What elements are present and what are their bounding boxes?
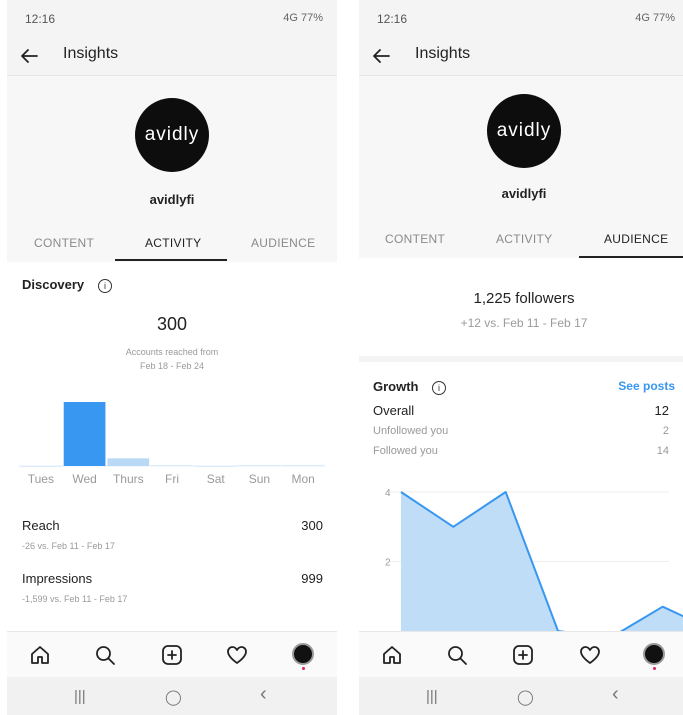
impressions-value: 999: [301, 571, 323, 586]
discovery-count: 300: [156, 314, 188, 334]
notification-dot: [302, 667, 305, 670]
reach-value: 300: [301, 518, 323, 533]
notification-dot: [653, 667, 656, 670]
growth-area-chart: 42: [385, 488, 683, 631]
growth-title: Growth: [373, 379, 419, 394]
page-title: Insights: [63, 45, 119, 62]
profile-avatar-icon[interactable]: [643, 643, 665, 670]
reach-sub: -26 vs. Feb 11 - Feb 17: [22, 541, 115, 551]
system-back-icon[interactable]: ‹: [612, 683, 619, 706]
info-icon[interactable]: i: [432, 381, 446, 395]
status-bar: 12:16 4G 77%: [7, 0, 337, 36]
chart-tick-label: Fri: [165, 472, 179, 486]
search-icon[interactable]: [445, 643, 469, 667]
tab-audience[interactable]: AUDIENCE: [251, 236, 315, 250]
heart-icon[interactable]: [225, 643, 249, 667]
tab-content[interactable]: CONTENT: [385, 232, 445, 246]
system-nav-bar: ||| ◯ ‹: [359, 677, 683, 715]
active-tab-indicator: [579, 256, 683, 258]
chart-tick-label: Sat: [207, 472, 226, 486]
status-indicators: 4G 77%: [283, 12, 323, 24]
bottom-nav: [7, 631, 337, 677]
followers-delta: +12 vs. Feb 11 - Feb 17: [460, 316, 588, 330]
page-title: Insights: [415, 45, 471, 62]
status-time: 12:16: [377, 12, 408, 26]
active-tab-indicator: [115, 259, 227, 261]
status-indicators: 4G 77%: [635, 12, 675, 24]
followed-value: 14: [656, 445, 669, 457]
system-home-icon[interactable]: ◯: [165, 688, 182, 706]
chart-bar: [63, 402, 106, 466]
chart-tick-label: Wed: [72, 472, 96, 486]
unfollowed-label: Unfollowed you: [373, 425, 449, 437]
unfollowed-value: 2: [662, 425, 669, 437]
system-back-icon[interactable]: ‹: [260, 683, 267, 706]
followed-label: Followed you: [373, 445, 438, 457]
chart-bar: [107, 458, 150, 466]
discovery-date-range: Feb 18 - Feb 24: [139, 361, 205, 371]
home-icon[interactable]: [380, 643, 404, 667]
profile-username: avidlyfi: [501, 186, 547, 201]
profile-section: avidly avidlyfi CONTENT ACTIVITY AUDIENC…: [359, 76, 683, 258]
home-icon[interactable]: [28, 643, 52, 667]
profile-avatar-icon[interactable]: [292, 643, 314, 670]
system-home-icon[interactable]: ◯: [517, 688, 534, 706]
top-bar: Insights: [359, 36, 683, 76]
recents-icon[interactable]: |||: [426, 688, 438, 705]
section-divider: [359, 356, 683, 362]
recents-icon[interactable]: |||: [74, 688, 86, 705]
chart-tick-label: Thurs: [113, 472, 144, 486]
impressions-sub: -1,599 vs. Feb 11 - Feb 17: [22, 594, 128, 604]
search-icon[interactable]: [93, 643, 117, 667]
heart-icon[interactable]: [578, 643, 602, 667]
bottom-nav: [359, 631, 683, 677]
chart-bar: [282, 465, 324, 466]
chart-tick-label: 4: [385, 488, 391, 499]
tab-activity[interactable]: ACTIVITY: [145, 236, 201, 250]
profile-username: avidlyfi: [149, 192, 195, 207]
chart-bar: [238, 465, 281, 466]
add-post-icon[interactable]: [511, 643, 535, 667]
chart-tick-label: Sun: [249, 472, 270, 486]
chart-bar: [194, 466, 237, 467]
phone-activity: 12:16 4G 77% Insights avidly avidlyfi CO…: [7, 0, 337, 715]
back-arrow-icon[interactable]: [369, 44, 393, 68]
system-nav-bar: ||| ◯ ‹: [7, 677, 337, 715]
discovery-title: Discovery: [22, 277, 85, 292]
chart-bar: [20, 466, 62, 467]
growth-overall-value: 12: [654, 403, 669, 418]
discovery-caption: Accounts reached from: [125, 347, 219, 357]
chart-tick-label: Mon: [291, 472, 314, 486]
impressions-label: Impressions: [22, 571, 93, 586]
status-bar: 12:16 4G 77%: [359, 0, 683, 36]
chart-bar: [151, 465, 193, 466]
add-post-icon[interactable]: [160, 643, 184, 667]
back-arrow-icon[interactable]: [17, 44, 41, 68]
reach-label: Reach: [22, 518, 60, 533]
profile-avatar: avidly: [135, 98, 209, 172]
growth-overall-label: Overall: [373, 403, 415, 418]
profile-avatar: avidly: [487, 94, 561, 168]
tab-audience[interactable]: AUDIENCE: [604, 232, 668, 246]
status-time: 12:16: [25, 12, 56, 26]
discovery-bar-chart: Tues Wed Thurs Fri Sat Sun Mon: [19, 402, 325, 486]
profile-section: avidly avidlyfi CONTENT ACTIVITY AUDIENC…: [7, 76, 337, 262]
followers-count: 1,225 followers: [473, 290, 575, 307]
chart-tick-label: Tues: [28, 472, 54, 486]
see-posts-link[interactable]: See posts: [618, 379, 675, 393]
chart-tick-label: 2: [385, 558, 391, 569]
tab-content[interactable]: CONTENT: [34, 236, 94, 250]
top-bar: Insights: [7, 36, 337, 76]
tab-activity[interactable]: ACTIVITY: [496, 232, 552, 246]
info-icon[interactable]: i: [98, 279, 112, 293]
phone-audience: 12:16 4G 77% Insights avidly avidlyfi CO…: [359, 0, 683, 715]
